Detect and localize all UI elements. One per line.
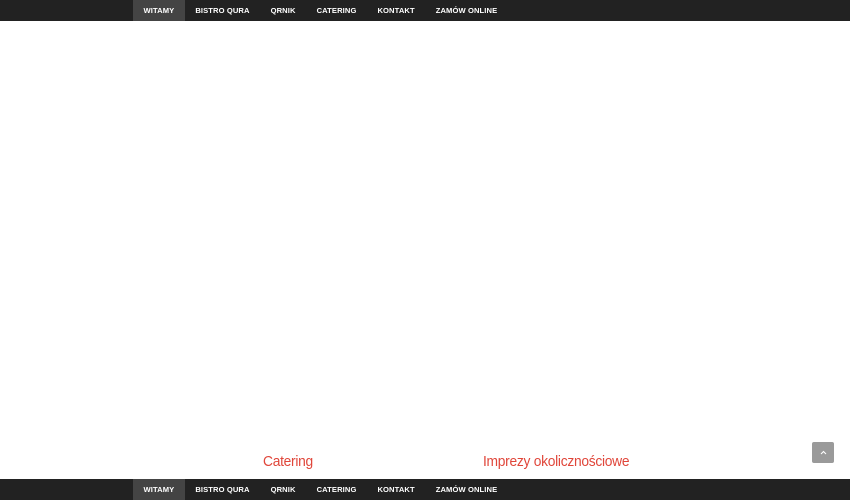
nav-item-witamy[interactable]: WITAMY xyxy=(133,0,185,21)
top-nav-menu: WITAMY BISTRO QURA QRNIK CATERING KONTAK… xyxy=(133,0,508,21)
nav-item-catering[interactable]: CATERING xyxy=(306,0,367,21)
bottom-nav-item-witamy[interactable]: WITAMY xyxy=(133,479,185,500)
bottom-nav-item-catering[interactable]: CATERING xyxy=(306,479,367,500)
bottom-nav-item-qrnik[interactable]: QRNIK xyxy=(260,479,306,500)
catering-section-title[interactable]: Catering xyxy=(263,452,313,472)
nav-item-qrnik[interactable]: QRNIK xyxy=(260,0,306,21)
top-navbar: WITAMY BISTRO QURA QRNIK CATERING KONTAK… xyxy=(0,0,850,21)
scroll-to-top-button[interactable] xyxy=(812,442,834,463)
bottom-nav-menu: WITAMY BISTRO QURA QRNIK CATERING KONTAK… xyxy=(133,479,508,500)
bottom-nav-item-bistro-qura[interactable]: BISTRO QURA xyxy=(185,479,260,500)
chevron-up-icon xyxy=(820,450,827,455)
nav-item-bistro-qura[interactable]: BISTRO QURA xyxy=(185,0,260,21)
bottom-nav-item-kontakt[interactable]: KONTAKT xyxy=(367,479,425,500)
imprezy-section-title[interactable]: Imprezy okolicznościowe xyxy=(483,452,630,472)
nav-item-kontakt[interactable]: KONTAKT xyxy=(367,0,425,21)
bottom-navbar: WITAMY BISTRO QURA QRNIK CATERING KONTAK… xyxy=(0,479,850,500)
bottom-nav-item-zamow-online[interactable]: ZAMÓW ONLINE xyxy=(425,479,508,500)
nav-item-zamow-online[interactable]: ZAMÓW ONLINE xyxy=(425,0,508,21)
